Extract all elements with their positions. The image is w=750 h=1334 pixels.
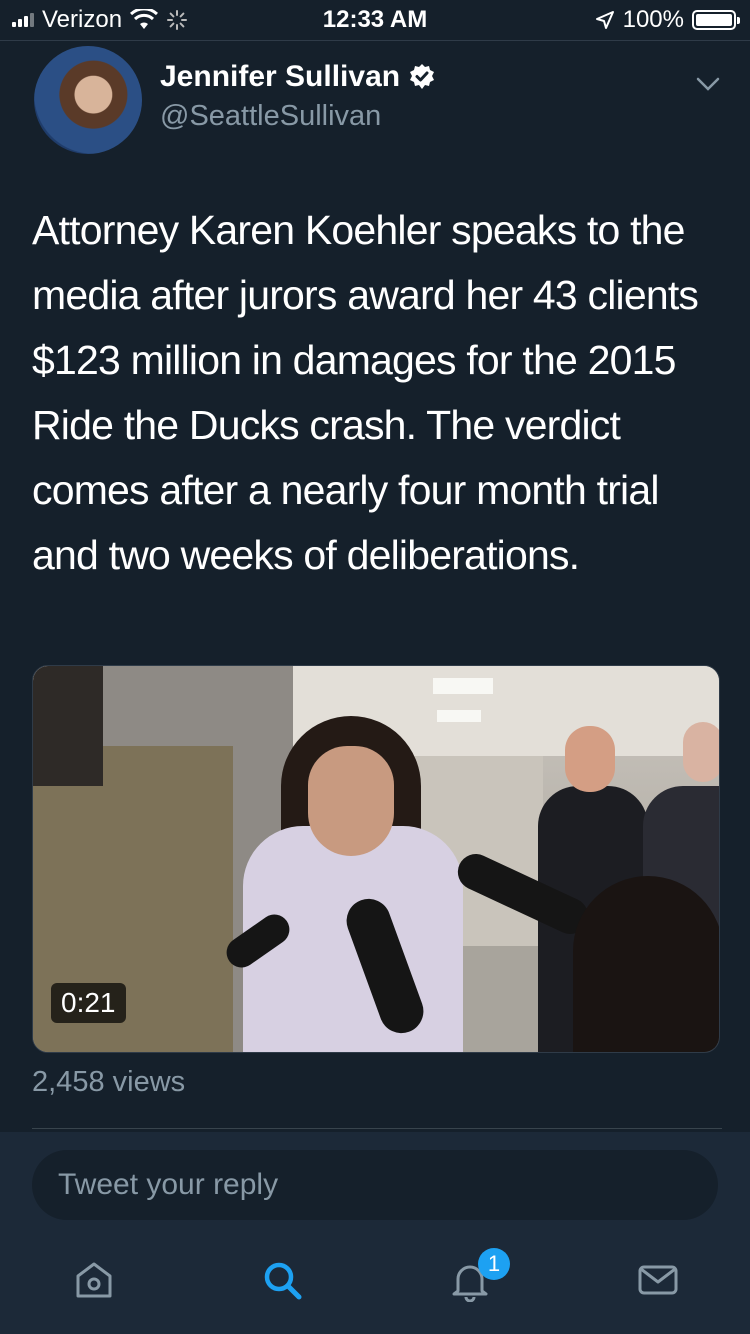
- reply-input[interactable]: Tweet your reply: [32, 1150, 718, 1220]
- chevron-down-icon[interactable]: [694, 70, 722, 98]
- status-right: 100%: [595, 6, 740, 34]
- status-bar: Verizon 12:33 AM 100%: [0, 0, 750, 40]
- verified-badge-icon: [410, 64, 435, 89]
- author-name: Jennifer Sullivan: [160, 60, 401, 93]
- notification-count-badge: 1: [478, 1248, 510, 1280]
- video-duration-badge: 0:21: [51, 983, 126, 1023]
- author-name-row[interactable]: Jennifer Sullivan: [160, 60, 436, 94]
- video-player[interactable]: 0:21: [32, 665, 720, 1053]
- home-icon[interactable]: [72, 1258, 116, 1302]
- divider: [32, 1128, 722, 1129]
- location-arrow-icon: [595, 11, 614, 29]
- status-divider: [0, 40, 750, 41]
- search-icon[interactable]: [260, 1258, 304, 1302]
- view-count: 2,458 views: [32, 1066, 186, 1098]
- tweet-text: Attorney Karen Koehler speaks to the med…: [32, 207, 699, 578]
- avatar[interactable]: [34, 46, 142, 154]
- battery-icon: [692, 10, 740, 30]
- author-handle[interactable]: @SeattleSullivan: [160, 100, 381, 133]
- battery-percent: 100%: [622, 6, 684, 33]
- messages-icon[interactable]: [636, 1258, 680, 1302]
